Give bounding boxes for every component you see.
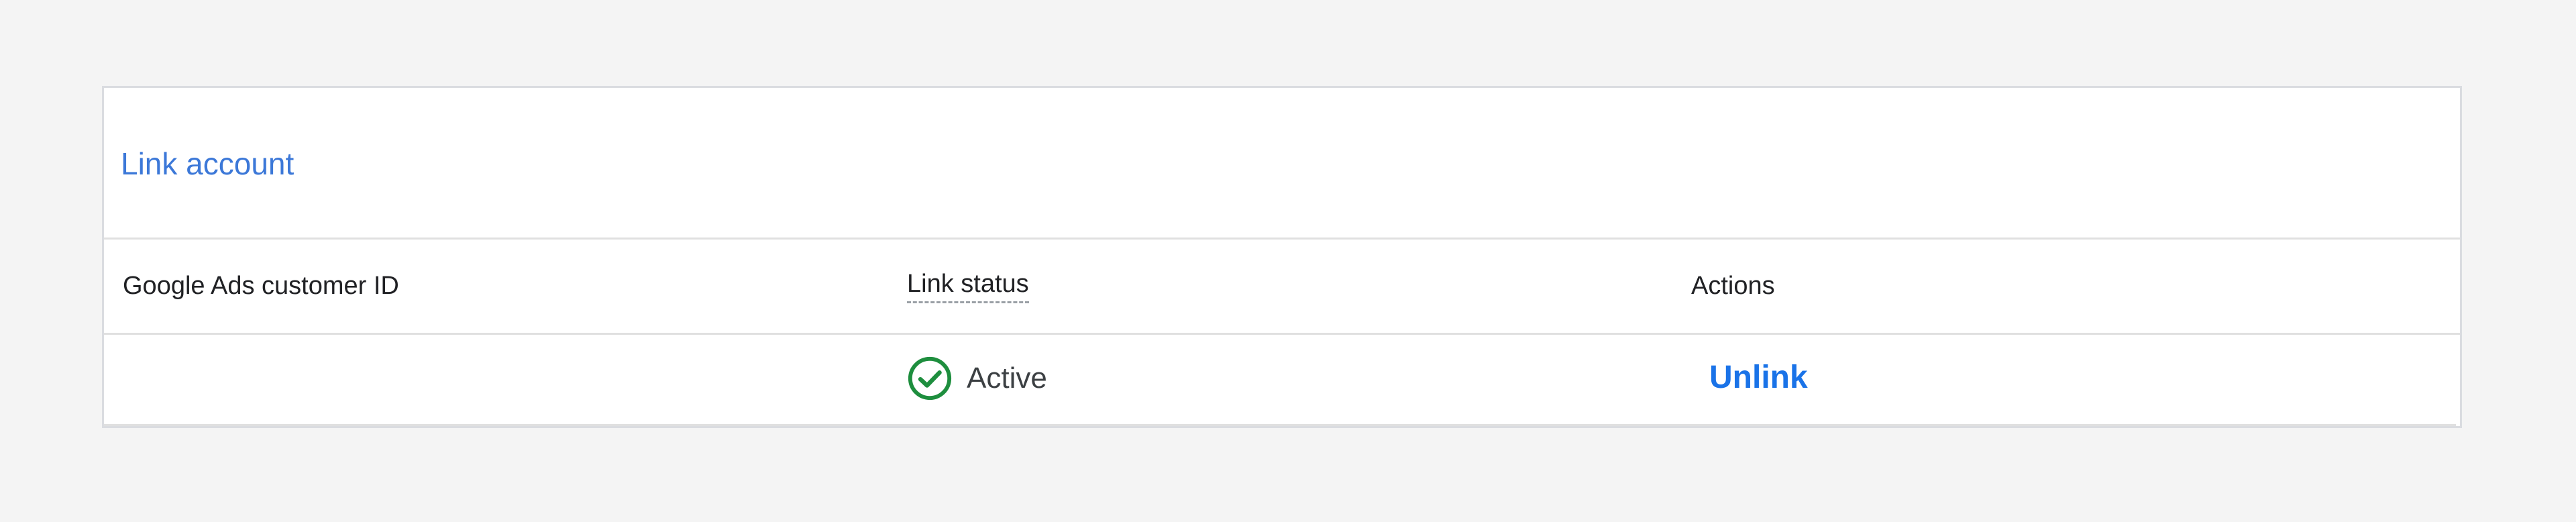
column-header-customer-id: Google Ads customer ID: [123, 272, 399, 300]
link-status-text: Active: [967, 362, 1047, 395]
check-circle-icon: [906, 355, 953, 402]
link-account-button[interactable]: Link account: [121, 146, 294, 182]
table-row: Active Unlink: [104, 335, 2456, 426]
card-header: Link account: [104, 88, 2460, 240]
linked-accounts-card: Link account Google Ads customer ID Link…: [102, 86, 2462, 428]
column-header-actions: Actions: [1691, 272, 1775, 300]
column-header-link-status[interactable]: Link status: [907, 270, 1029, 303]
link-status-cell: Active: [906, 354, 1047, 403]
table-header-row: Google Ads customer ID Link status Actio…: [104, 240, 2460, 335]
unlink-button[interactable]: Unlink: [1709, 359, 1808, 396]
